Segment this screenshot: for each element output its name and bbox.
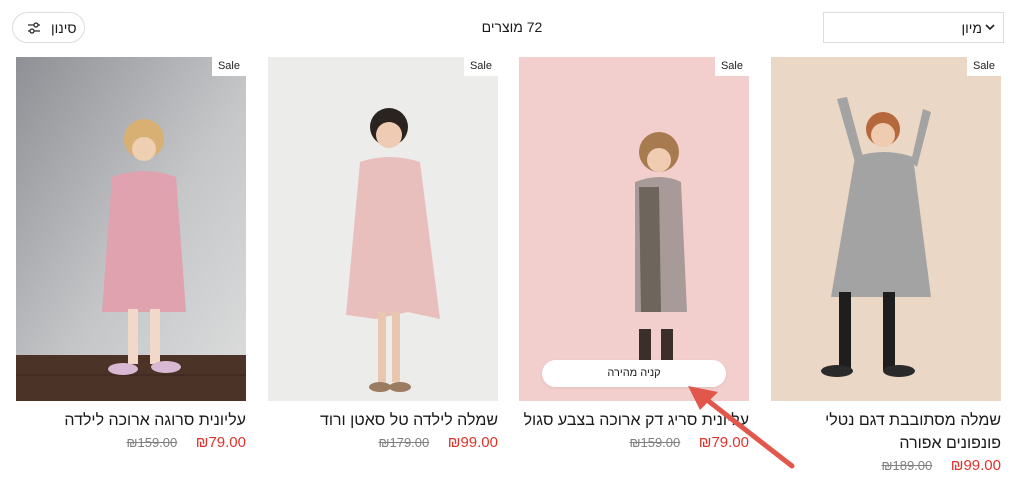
product-image[interactable]: Sale bbox=[16, 57, 246, 401]
sale-badge: Sale bbox=[463, 57, 498, 76]
price-row: ₪79.00 ₪159.00 bbox=[519, 434, 749, 456]
sale-price: ₪99.00 bbox=[447, 434, 498, 451]
compare-price: ₪159.00 bbox=[629, 435, 681, 450]
compare-price: ₪189.00 bbox=[881, 458, 933, 473]
product-card: Sale עליונית סרוגה ארוכה לילדה ₪79.00 ₪1… bbox=[16, 57, 246, 456]
quick-buy-button[interactable]: קניה מהירה bbox=[542, 360, 726, 387]
product-count: 72 מוצרים bbox=[481, 19, 543, 35]
product-card: Sale קניה מהירה עליונית סריג דק ארוכה בצ… bbox=[519, 57, 749, 456]
product-title[interactable]: עליונית סרוגה ארוכה לילדה bbox=[16, 409, 246, 432]
product-image[interactable]: Sale bbox=[268, 57, 498, 401]
product-card: Sale שמלה לילדה טל סאטן ורוד ₪99.00 ₪179… bbox=[268, 57, 498, 456]
sliders-icon bbox=[28, 22, 40, 34]
filter-button[interactable]: סינון bbox=[12, 12, 85, 43]
filter-label: סינון bbox=[51, 20, 77, 36]
sale-badge: Sale bbox=[714, 57, 749, 76]
sale-price: ₪79.00 bbox=[698, 434, 749, 451]
product-card: Sale שמלה מסתובבת דגם נטלי פונפונים אפור… bbox=[771, 57, 1001, 479]
product-title[interactable]: שמלה לילדה טל סאטן ורוד bbox=[268, 409, 498, 432]
product-title[interactable]: שמלה מסתובבת דגם נטלי פונפונים אפורה bbox=[771, 409, 1001, 455]
sale-price: ₪99.00 bbox=[950, 457, 1001, 474]
sale-badge: Sale bbox=[211, 57, 246, 76]
product-image[interactable]: Sale bbox=[771, 57, 1001, 401]
sale-badge: Sale bbox=[966, 57, 1001, 76]
compare-price: ₪159.00 bbox=[126, 435, 178, 450]
price-row: ₪99.00 ₪179.00 bbox=[268, 434, 498, 456]
product-image[interactable]: Sale קניה מהירה bbox=[519, 57, 749, 401]
sale-price: ₪79.00 bbox=[195, 434, 246, 451]
price-row: ₪79.00 ₪159.00 bbox=[16, 434, 246, 456]
compare-price: ₪179.00 bbox=[378, 435, 430, 450]
price-row: ₪99.00 ₪189.00 bbox=[771, 457, 1001, 479]
product-title[interactable]: עליונית סריג דק ארוכה בצבע סגול bbox=[519, 409, 749, 432]
